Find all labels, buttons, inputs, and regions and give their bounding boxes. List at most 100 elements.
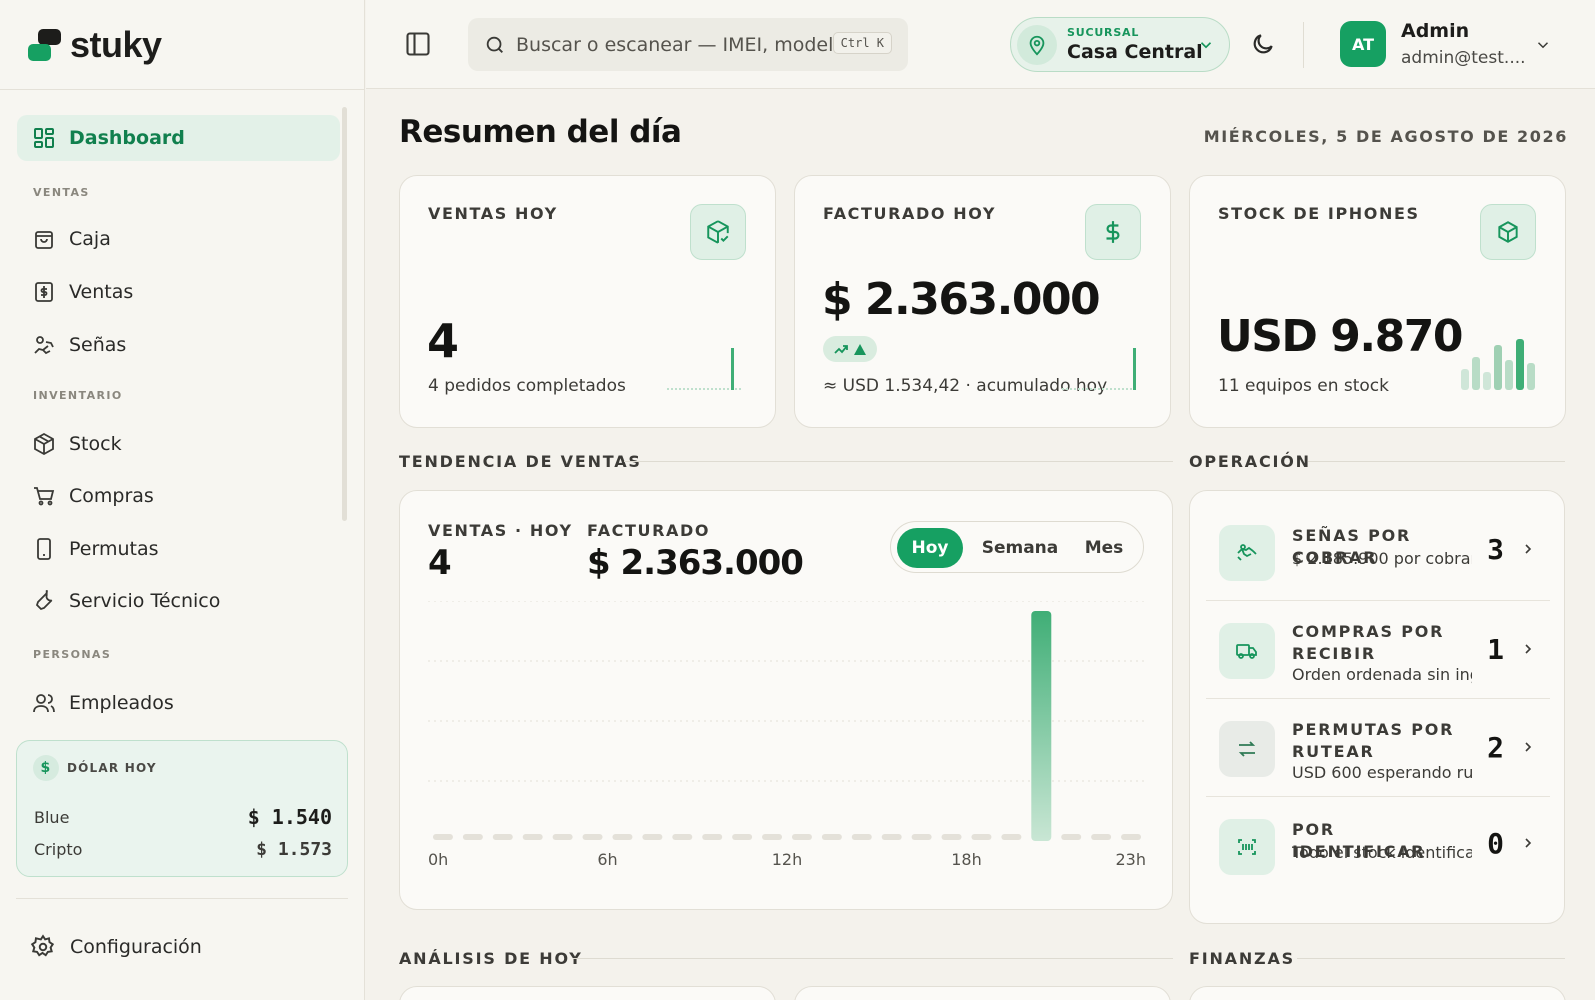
kpi-subtitle: 11 equipos en stock [1218,376,1389,396]
tab-mes[interactable]: Mes [1071,528,1137,568]
dolar-title: DÓLAR HOY [67,761,157,775]
kpi-facturado-hoy[interactable]: FACTURADO HOY $ 2.363.000 ≈ USD 1.534,42… [794,175,1171,428]
trend-bar-empty [1061,834,1082,840]
sidebar-scrollbar[interactable] [342,107,347,521]
stock-bar [1461,369,1469,390]
operacion-item[interactable]: POR IDENTIFICARTodo el stock identificad… [1206,797,1550,895]
kpi-title: VENTAS HOY [428,204,558,223]
page-date: MIÉRCOLES, 5 DE AGOSTO DE 2026 [1203,127,1568,146]
sidebar-item-ventas[interactable]: Ventas [17,269,340,315]
operacion-count: 0 [1487,827,1504,860]
trend-bar-empty [492,834,513,840]
sidebar-item-dashboard[interactable]: Dashboard [17,115,340,161]
chevron-down-icon [1197,36,1215,54]
kpi-title: STOCK DE IPHONES [1218,204,1420,223]
operacion-item[interactable]: SEÑAS POR COBRAR $ 2.185.900 por cobrar 3 [1206,503,1550,601]
search-icon [486,36,503,53]
moon-icon [1253,34,1273,54]
dolar-header: $ DÓLAR HOY [33,755,157,781]
dollar-icon: $ [33,755,59,781]
sidebar-item-label: Stock [69,433,122,455]
operacion-desc: Todo el stock identificado [1292,843,1472,862]
shopping-bag-icon [31,226,57,252]
branch-value: Casa Central [1067,41,1203,63]
dolar-blue-label: Blue [34,807,70,827]
sidebar-item-label: Dashboard [69,127,185,149]
chevron-right-icon [1520,641,1536,657]
sidebar-item-label: Compras [69,485,154,507]
search-input[interactable]: Buscar o escanear — IMEI, modelo, client… [468,18,908,71]
stock-bar [1516,339,1524,390]
sidebar-item-label: Señas [69,334,127,356]
panel-icon [406,32,430,56]
logo-mark [26,27,64,63]
operacion-desc: Orden ordenada sin ingresar [1292,665,1472,684]
x-tick-label: 12h [772,850,803,869]
trend-bar-empty [971,834,992,840]
dolar-widget: $ DÓLAR HOY Blue $ 1.540 Cripto $ 1.573 [16,740,348,877]
dolar-blue-value: $ 1.540 [247,805,332,829]
stock-bar [1472,357,1480,390]
trend-bar-empty [672,834,693,840]
kpi-ventas-hoy[interactable]: VENTAS HOY 4 4 pedidos completados [399,175,776,428]
tab-hoy[interactable]: Hoy [897,528,963,568]
sidebar-nav: Dashboard VENTAS Caja Ventas Señas INVEN… [0,89,365,721]
dolar-cripto-value: $ 1.573 [256,839,332,860]
brand-logo[interactable]: stuky [26,24,162,66]
kpi-stock-iphones[interactable]: STOCK DE IPHONES USD 9.870 11 equipos en… [1189,175,1566,428]
users-icon [31,690,57,716]
trend-bar-empty [732,834,753,840]
dolar-cripto-row: Cripto $ 1.573 [34,839,332,860]
dollar-icon [1085,204,1141,260]
wrench-icon [31,588,57,614]
trend-up-icon [834,345,848,354]
sales-trend-card: VENTAS · HOY 4 FACTURADO $ 2.363.000 Hoy… [399,490,1173,910]
cart-icon [31,483,57,509]
operacion-count: 3 [1487,533,1504,566]
sidebar-item-servicio-tecnico[interactable]: Servicio Técnico [17,578,340,624]
stock-bar [1527,363,1535,390]
sidebar-item-label: Servicio Técnico [69,590,221,612]
section-divider [624,461,1173,462]
stock-mini-bars [1461,339,1535,390]
chevron-right-icon [1520,739,1536,755]
operacion-item[interactable]: COMPRAS POR RECIBIR Orden ordenada sin in… [1206,601,1550,699]
section-operacion: OPERACIÓN [1189,452,1311,471]
operacion-item[interactable]: PERMUTAS POR RUTEAR USD 600 esperando rut… [1206,699,1550,797]
sidebar-item-label: Permutas [69,538,159,560]
sidebar-item-caja[interactable]: Caja [17,216,340,262]
x-tick-label: 0h [428,850,448,869]
truck-icon [1219,623,1275,679]
sidebar-item-configuracion[interactable]: Configuración [30,934,202,960]
section-divider [573,958,1173,959]
trend-facturado-value: $ 2.363.000 [587,543,804,583]
kpi-sparkline [1062,348,1138,390]
avatar[interactable]: AT [1340,21,1386,67]
trend-facturado-label: FACTURADO [587,521,711,540]
tab-semana[interactable]: Semana [975,528,1065,568]
branch-selector[interactable]: SUCURSAL Casa Central [1010,17,1230,72]
swap-icon [1219,721,1275,777]
trend-bar-empty [941,834,962,840]
theme-toggle-button[interactable] [1250,31,1276,57]
user-menu-chevron-icon[interactable] [1534,36,1552,54]
user-name[interactable]: Admin [1401,20,1469,42]
section-finanzas: FINANZAS [1189,949,1295,968]
sidebar-item-compras[interactable]: Compras [17,473,340,519]
chevron-right-icon [1520,541,1536,557]
sidebar-item-senas[interactable]: Señas [17,322,340,368]
trend-bar[interactable] [1031,611,1052,841]
sidebar-toggle-button[interactable] [404,30,432,58]
kpi-sparkline [667,348,743,390]
sidebar-item-permutas[interactable]: Permutas [17,526,340,572]
stock-bar [1505,360,1513,390]
section-analisis: ANÁLISIS DE HOY [399,949,583,968]
box-icon [1480,204,1536,260]
sidebar-item-empleados[interactable]: Empleados [17,680,340,721]
sidebar-item-stock[interactable]: Stock [17,421,340,467]
config-label: Configuración [70,936,202,958]
branch-text: SUCURSAL Casa Central [1067,26,1203,63]
sales-trend-chart: 0h 6h 12h 18h 23h [428,601,1146,869]
trend-bar-empty [1001,834,1022,840]
trend-bar-empty [522,834,543,840]
